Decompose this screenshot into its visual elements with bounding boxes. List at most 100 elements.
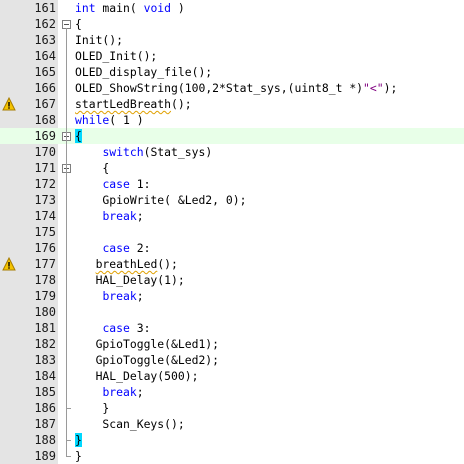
- code-token: GpioToggle(&Led1);: [75, 337, 220, 351]
- line-number: 186: [34, 401, 56, 415]
- line-number: 187: [34, 417, 56, 431]
- code-line[interactable]: 187 Scan_Keys();: [0, 416, 464, 432]
- warning-triangle-icon[interactable]: [2, 257, 16, 271]
- code-line[interactable]: 167 startLedBreath();: [0, 96, 464, 112]
- code-text: while( 1 ): [75, 112, 144, 128]
- line-number: 171: [34, 161, 56, 175]
- code-text: {: [75, 128, 82, 144]
- code-text: Init();: [75, 32, 123, 48]
- code-token: {: [75, 161, 110, 175]
- code-token: {: [75, 17, 82, 31]
- code-token: ;: [136, 385, 144, 399]
- code-token: );: [232, 193, 247, 207]
- code-line[interactable]: 183 GpioToggle(&Led2);: [0, 352, 464, 368]
- keyword-token: break: [102, 289, 137, 303]
- code-line[interactable]: 182 GpioToggle(&Led1);: [0, 336, 464, 352]
- code-text: Scan_Keys();: [75, 416, 185, 432]
- code-token: ();: [171, 97, 192, 111]
- keyword-token: break: [102, 385, 137, 399]
- keyword-token: break: [102, 209, 137, 223]
- code-line[interactable]: 165 OLED_display_file();: [0, 64, 464, 80]
- fold-end-marker: [66, 440, 71, 441]
- code-token: }: [75, 401, 110, 415]
- code-line[interactable]: 164 OLED_Init();: [0, 48, 464, 64]
- warning-triangle-icon[interactable]: [2, 97, 16, 111]
- code-text: GpioWrite( &Led2, 0);: [75, 192, 246, 208]
- code-text: OLED_Init();: [75, 48, 157, 64]
- code-line[interactable]: 166 OLED_ShowString(100,2*Stat_sys,(uint8…: [0, 80, 464, 96]
- code-editor[interactable]: 161 int main( void ) 162 {163 Init(); 164 OLED…: [0, 0, 464, 464]
- code-text: switch(Stat_sys): [75, 144, 212, 160]
- code-line[interactable]: 184 HAL_Delay(500);: [0, 368, 464, 384]
- code-line[interactable]: 168 while( 1 ): [0, 112, 464, 128]
- code-token: :: [143, 177, 151, 191]
- code-line[interactable]: 177 breathLed();: [0, 256, 464, 272]
- code-line[interactable]: 185 break;: [0, 384, 464, 400]
- line-number: 179: [34, 289, 56, 303]
- code-token: (: [109, 113, 124, 127]
- code-token: OLED_Init();: [75, 49, 158, 63]
- line-number: 181: [34, 321, 56, 335]
- line-number: 185: [34, 385, 56, 399]
- code-token: (Stat_sys): [143, 145, 213, 159]
- code-text: case 3:: [75, 320, 150, 336]
- code-token: "<": [363, 81, 384, 95]
- code-line[interactable]: 161 int main( void ): [0, 0, 464, 16]
- fold-guide-line: [66, 172, 67, 408]
- code-text: OLED_display_file();: [75, 64, 212, 80]
- code-line[interactable]: 163 Init();: [0, 32, 464, 48]
- code-token: 100: [184, 81, 206, 95]
- line-number: 176: [34, 241, 56, 255]
- code-line[interactable]: 174 break;: [0, 208, 464, 224]
- code-line[interactable]: 179 break;: [0, 288, 464, 304]
- code-token: {: [75, 129, 82, 143]
- code-text: case 1:: [75, 176, 150, 192]
- code-text: }: [75, 448, 82, 464]
- code-line[interactable]: 176 case 2:: [0, 240, 464, 256]
- code-line[interactable]: 169 {: [0, 128, 464, 144]
- code-token: HAL_Delay(: [75, 369, 165, 383]
- line-number: 178: [34, 273, 56, 287]
- code-token: );: [184, 369, 199, 383]
- warning-token: startLedBreath: [75, 97, 172, 111]
- code-line[interactable]: 178 HAL_Delay(1);: [0, 272, 464, 288]
- line-number: 183: [34, 353, 56, 367]
- code-line[interactable]: 180: [0, 304, 464, 320]
- line-number: 180: [34, 305, 56, 319]
- code-line[interactable]: 175: [0, 224, 464, 240]
- code-token: );: [171, 273, 185, 287]
- code-token: Init();: [75, 33, 124, 47]
- code-line[interactable]: 173 GpioWrite( &Led2, 0);: [0, 192, 464, 208]
- code-text: break;: [75, 208, 143, 224]
- code-token: :: [143, 321, 151, 335]
- line-number: 165: [34, 65, 56, 79]
- code-text: case 2:: [75, 240, 150, 256]
- code-line[interactable]: 172 case 1:: [0, 176, 464, 192]
- keyword-token: case: [102, 177, 130, 191]
- line-number: 164: [34, 49, 56, 63]
- code-token: Scan_Keys();: [75, 417, 185, 431]
- fold-end-marker: [66, 408, 71, 409]
- code-token: 1: [164, 273, 172, 287]
- code-token: 1: [136, 177, 144, 191]
- code-token: ): [129, 113, 144, 127]
- code-token: GpioToggle(&Led2);: [75, 353, 220, 367]
- code-line[interactable]: 162 {: [0, 16, 464, 32]
- code-token: 3: [136, 321, 144, 335]
- code-token: 1: [123, 113, 130, 127]
- keyword-token: int: [75, 1, 96, 15]
- code-line[interactable]: 170 switch(Stat_sys): [0, 144, 464, 160]
- line-number: 172: [34, 177, 56, 191]
- code-token: 2: [212, 81, 220, 95]
- code-line[interactable]: 181 case 3:: [0, 320, 464, 336]
- code-line[interactable]: 171 {: [0, 160, 464, 176]
